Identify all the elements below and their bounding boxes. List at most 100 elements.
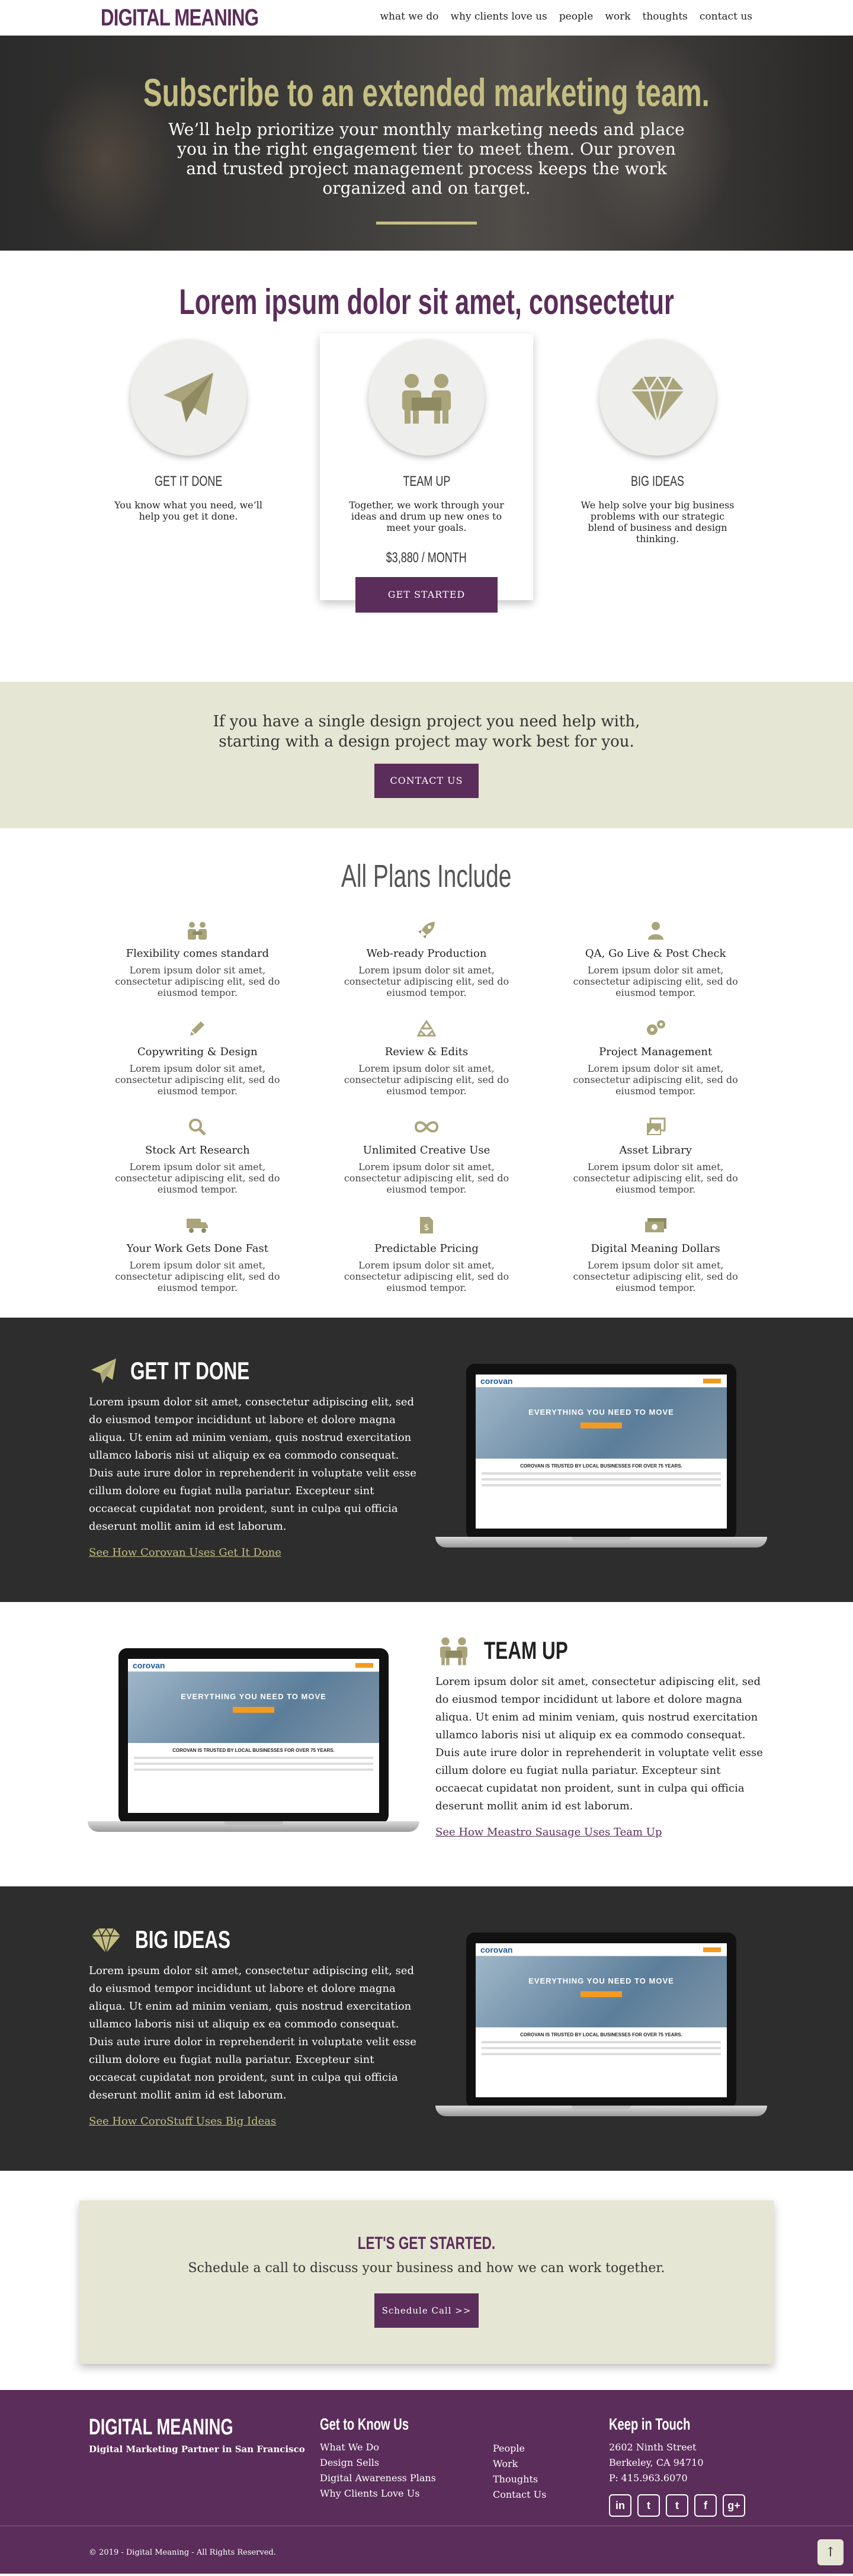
user-icon [647,922,663,940]
mockup-brand: corovan [480,1376,513,1386]
mockup-brand: corovan [133,1660,165,1670]
feature-text: We help solve your big business problems… [581,499,735,544]
cta-section: LET'S GET STARTED. Schedule a call to di… [0,2171,853,2390]
back-to-top-button[interactable]: ↑ [817,2539,844,2565]
plan-item-title: Project Management [599,1046,713,1058]
plan-item-text: Lorem ipsum dolor sit amet, consectetur … [344,1260,509,1293]
contact-us-button[interactable]: CONTACT US [374,764,479,798]
gears-icon [646,1020,665,1035]
plan-item-text: Lorem ipsum dolor sit amet, consectetur … [115,1161,280,1195]
nav-item-what-we-do[interactable]: what we do [380,11,438,23]
get-started-button[interactable]: GET STARTED [355,577,498,613]
recycle-icon [416,1020,436,1037]
feature-team-up: TEAM UP Together, we work through your i… [338,339,515,613]
footer-link-design-sells[interactable]: Design Sells [320,2455,443,2471]
showcase-title: TEAM UP [484,1636,568,1664]
nav-item-people[interactable]: people [559,11,594,23]
mockup-tagline: COROVAN IS TRUSTED BY LOCAL BUSINESSES F… [520,1463,682,1469]
footer-address-line: Berkeley, CA 94710 [609,2457,704,2468]
plan-item-text: Lorem ipsum dolor sit amet, consectetur … [115,965,280,998]
feature-icon-circle [130,339,246,456]
plan-item-text: Lorem ipsum dolor sit amet, consectetur … [573,1260,738,1293]
nav-item-why-clients[interactable]: why clients love us [450,11,547,23]
showcase-get-it-done: GET IT DONE Lorem ipsum dolor sit amet, … [0,1318,853,1602]
svg-text:$: $ [424,1223,429,1232]
showcase-title: BIG IDEAS [135,1925,231,1953]
linkedin-icon[interactable]: in [609,2494,631,2517]
plan-item-title: Web-ready Production [366,947,487,960]
footer-link-work[interactable]: Work [493,2456,546,2472]
footer-link-why-clients[interactable]: Why Clients Love Us [320,2486,443,2501]
showcase-team-up: corovan EVERYTHING YOU NEED TO MOVE CORO… [0,1602,853,1886]
case-study-link[interactable]: See How Corovan Uses Get It Done [89,1546,421,1559]
plan-item: Stock Art Research Lorem ipsum dolor sit… [83,1117,312,1195]
feature-get-it-done: GET IT DONE You know what you need, we’l… [100,339,277,522]
site-logo[interactable]: DIGITAL MEANING [101,5,259,31]
plan-item-title: Predictable Pricing [374,1242,479,1255]
footer-link-thoughts[interactable]: Thoughts [493,2472,546,2487]
twitter-icon[interactable]: t [637,2494,660,2517]
tumblr-icon[interactable]: t [666,2494,688,2517]
facebook-icon[interactable]: f [694,2494,717,2517]
mockup-tagline: COROVAN IS TRUSTED BY LOCAL BUSINESSES F… [172,1748,335,1753]
images-icon [646,1117,666,1135]
plan-item-text: Lorem ipsum dolor sit amet, consectetur … [115,1260,280,1293]
mockup-brand: corovan [480,1944,513,1955]
footer-link-what-we-do[interactable]: What We Do [320,2440,443,2455]
plan-item: Flexibility comes standard Lorem ipsum d… [83,920,312,998]
plan-price: $3,880 / MONTH [386,550,467,566]
plan-item-title: Asset Library [619,1144,692,1156]
diamond-icon [91,1927,121,1955]
showcase-text: Lorem ipsum dolor sit amet, consectetur … [89,1965,416,2101]
plan-item: Unlimited Creative Use Lorem ipsum dolor… [312,1117,541,1195]
footer-link-people[interactable]: People [493,2441,546,2456]
showcase-title: GET IT DONE [130,1357,250,1385]
feature-title: TEAM UP [402,473,451,489]
plan-item: QA, Go Live & Post Check Lorem ipsum dol… [541,920,770,998]
footer-know-us: Get to Know Us What We Do Design Sells D… [320,2415,443,2501]
plan-item: Your Work Gets Done Fast Lorem ipsum dol… [83,1215,312,1293]
laptop-mockup: corovan EVERYTHING YOU NEED TO MOVE CORO… [88,1648,419,1838]
footer-tagline: Digital Marketing Partner in San Francis… [89,2444,305,2455]
showcase-text: Lorem ipsum dolor sit amet, consectetur … [89,1396,416,1533]
case-study-link[interactable]: See How Meastro Sausage Uses Team Up [435,1826,767,1838]
single-project-text: If you have a single design project you … [213,713,640,751]
nav-item-thoughts[interactable]: thoughts [643,11,688,23]
footer-link-awareness-plans[interactable]: Digital Awareness Plans [320,2471,443,2486]
nav-item-contact[interactable]: contact us [700,11,752,23]
social-links: in t t f g+ [609,2494,745,2517]
paper-plane-icon [163,373,213,422]
google-plus-icon[interactable]: g+ [723,2494,745,2517]
features-heading: Lorem ipsum dolor sit amet, consectetur [179,282,674,322]
paper-plane-icon [91,1359,116,1383]
footer-phone: P: 415.963.6070 [609,2472,688,2484]
top-nav: DIGITAL MEANING what we do why clients l… [0,0,853,36]
footer-link-contact[interactable]: Contact Us [493,2487,546,2503]
hero-banner: Subscribe to an extended marketing team.… [0,36,853,251]
mockup-tagline: COROVAN IS TRUSTED BY LOCAL BUSINESSES F… [520,2032,682,2037]
footer-logo[interactable]: DIGITAL MEANING [89,2415,245,2440]
magnifier-icon [189,1119,207,1136]
feature-icon-circle [368,339,485,456]
plan-item: Project Management Lorem ipsum dolor sit… [541,1018,770,1097]
schedule-call-button[interactable]: Schedule Call >> [374,2293,479,2328]
plan-item-title: Stock Art Research [145,1144,250,1156]
team-icon [402,374,451,424]
plan-item-title: Digital Meaning Dollars [591,1242,720,1255]
plan-item: Digital Meaning Dollars Lorem ipsum dolo… [541,1215,770,1293]
pencil-icon [190,1021,205,1036]
plan-item: $ Predictable Pricing Lorem ipsum dolor … [312,1215,541,1293]
footer-know-title: Get to Know Us [320,2415,409,2433]
plan-item-text: Lorem ipsum dolor sit amet, consectetur … [573,1161,738,1195]
people-icon [188,922,207,940]
infinity-icon [414,1121,438,1133]
plan-item-title: QA, Go Live & Post Check [585,947,726,960]
rocket-icon [418,922,435,938]
diamond-icon [631,375,684,426]
plan-item-title: Flexibility comes standard [126,947,270,960]
hero-title: Subscribe to an extended marketing team. [143,71,710,114]
cta-box: LET'S GET STARTED. Schedule a call to di… [79,2200,774,2364]
case-study-link[interactable]: See How CoroStuff Uses Big Ideas [89,2115,421,2128]
nav-item-work[interactable]: work [605,11,630,23]
features-section: Lorem ipsum dolor sit amet, consectetur … [0,251,853,682]
